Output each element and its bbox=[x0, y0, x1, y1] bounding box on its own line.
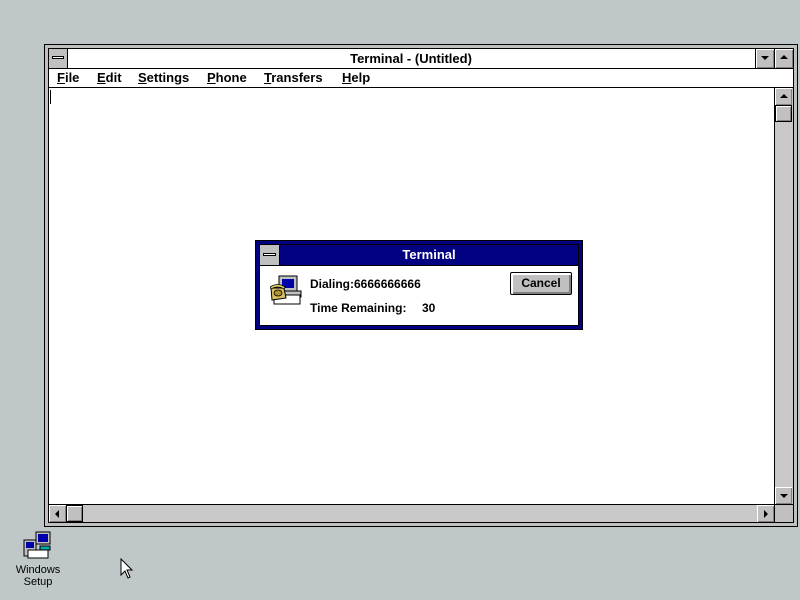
scrollbar-corner bbox=[774, 504, 793, 522]
menu-help[interactable]: Help bbox=[342, 69, 370, 87]
telephone-computer-icon bbox=[270, 275, 302, 305]
menu-file-mnemonic: F bbox=[57, 70, 65, 85]
menu-phone-mnemonic: P bbox=[207, 70, 216, 85]
scroll-down-button[interactable] bbox=[775, 487, 792, 504]
text-caret bbox=[50, 90, 51, 104]
menu-settings[interactable]: Settings bbox=[138, 69, 189, 87]
system-menu-button[interactable] bbox=[49, 49, 68, 68]
time-remaining-label: Time Remaining: bbox=[310, 301, 407, 315]
dialog-body: Terminal Dialing:6666666666 Time Remaini… bbox=[259, 244, 579, 326]
dialing-dialog[interactable]: Terminal Dialing:6666666666 Time Remaini… bbox=[255, 240, 583, 330]
arrow-right-icon bbox=[764, 510, 768, 518]
dialog-title-bar[interactable]: Terminal bbox=[260, 245, 578, 266]
arrow-down-icon bbox=[780, 494, 788, 498]
menu-phone[interactable]: Phone bbox=[207, 69, 247, 87]
scroll-right-button[interactable] bbox=[757, 505, 774, 522]
minimize-icon bbox=[761, 56, 769, 60]
windows-setup-desktop-icon[interactable]: Windows Setup bbox=[12, 530, 64, 592]
horizontal-scrollbar[interactable] bbox=[49, 504, 774, 522]
menu-help-label: elp bbox=[351, 70, 371, 85]
menu-bar: File Edit Settings Phone Transfers Help bbox=[49, 69, 793, 88]
desktop-icon-label-line1: Windows bbox=[15, 564, 61, 576]
scroll-left-button[interactable] bbox=[49, 505, 66, 522]
menu-help-mnemonic: H bbox=[342, 70, 352, 85]
dialog-title: Terminal bbox=[402, 247, 456, 262]
cancel-button[interactable]: Cancel bbox=[510, 272, 572, 295]
windows-setup-icon bbox=[23, 531, 51, 559]
vertical-scroll-thumb[interactable] bbox=[775, 105, 792, 122]
vertical-scrollbar[interactable] bbox=[774, 88, 793, 504]
menu-edit-label: dit bbox=[105, 70, 122, 85]
desktop-icon-label: Windows Setup bbox=[12, 564, 64, 588]
horizontal-scroll-thumb[interactable] bbox=[66, 505, 83, 522]
system-menu-icon bbox=[263, 253, 276, 256]
menu-phone-label: hone bbox=[215, 70, 247, 85]
menu-file[interactable]: File bbox=[57, 69, 79, 87]
time-remaining-value: 30 bbox=[422, 301, 436, 315]
maximize-icon bbox=[780, 55, 788, 59]
mouse-cursor-icon bbox=[120, 558, 134, 579]
minimize-button[interactable] bbox=[755, 49, 774, 68]
system-menu-icon bbox=[52, 56, 64, 59]
arrow-up-icon bbox=[780, 94, 788, 98]
menu-transfers[interactable]: Transfers bbox=[264, 69, 323, 87]
arrow-left-icon bbox=[55, 510, 59, 518]
maximize-button[interactable] bbox=[774, 49, 793, 68]
menu-edit[interactable]: Edit bbox=[97, 69, 122, 87]
menu-settings-mnemonic: S bbox=[138, 70, 147, 85]
scroll-up-button[interactable] bbox=[775, 88, 792, 105]
window-title: Terminal - (Untitled) bbox=[350, 51, 472, 66]
dialog-system-menu-button[interactable] bbox=[260, 245, 280, 265]
menu-transfers-label: ransfers bbox=[271, 70, 323, 85]
menu-file-label: ile bbox=[64, 70, 80, 85]
menu-settings-label: ettings bbox=[146, 70, 190, 85]
dialing-number-text: Dialing:6666666666 bbox=[310, 277, 421, 291]
desktop-icon-label-line2: Setup bbox=[23, 576, 53, 588]
title-bar[interactable]: Terminal - (Untitled) bbox=[49, 49, 793, 69]
menu-edit-mnemonic: E bbox=[97, 70, 106, 85]
